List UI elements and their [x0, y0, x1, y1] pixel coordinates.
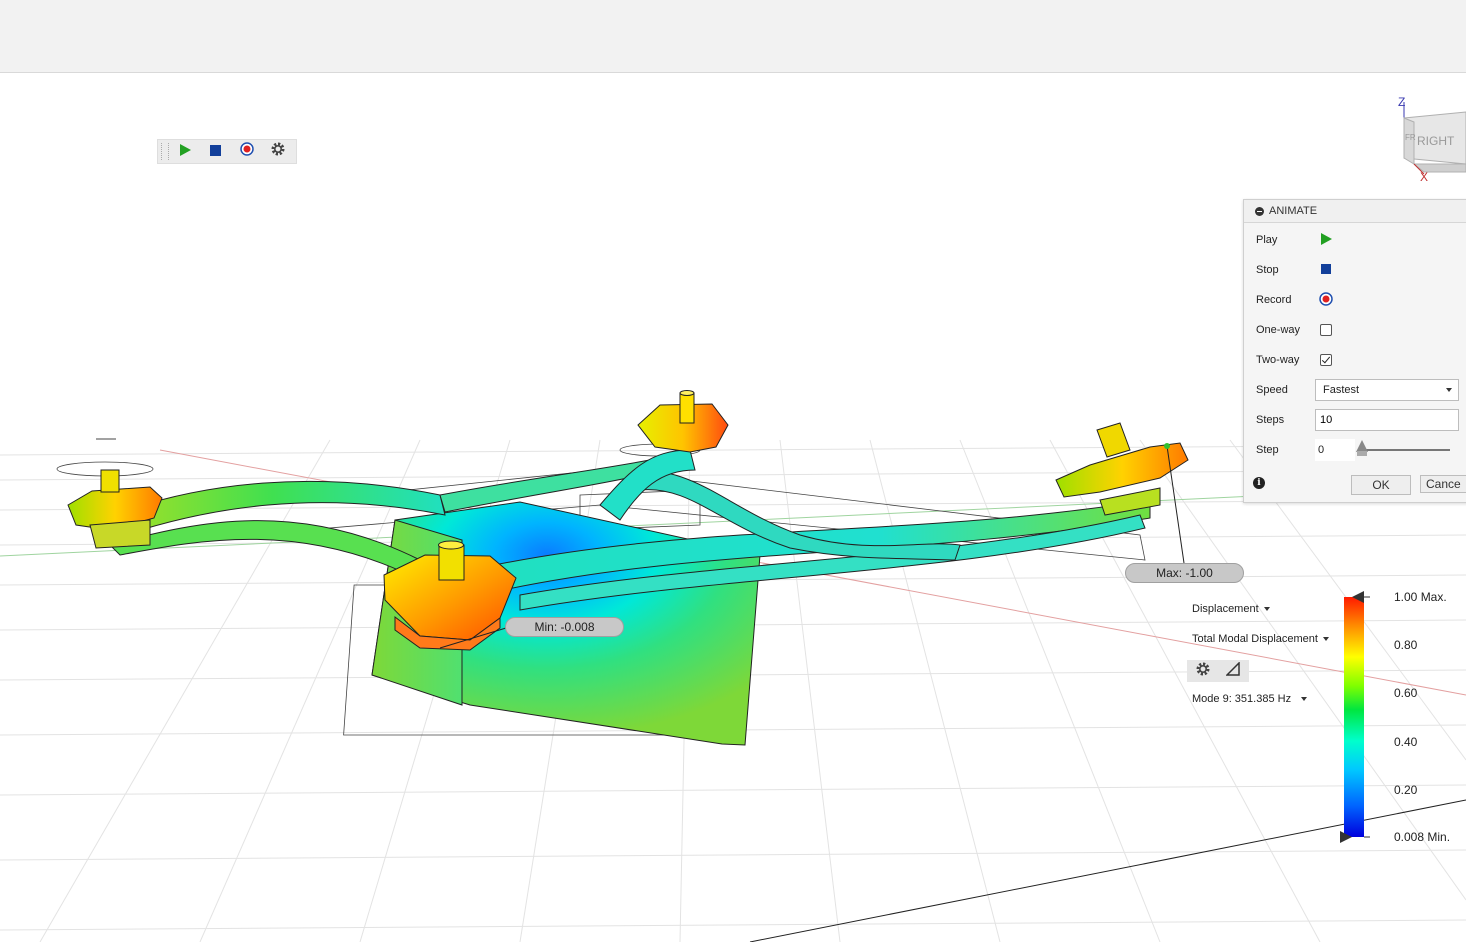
play-row: Play	[1256, 229, 1466, 251]
legend-label-min: 0.008 Min.	[1394, 830, 1451, 844]
max-probe[interactable]: Max: -1.00	[1125, 563, 1244, 583]
panel-stop-button[interactable]	[1321, 263, 1331, 277]
legend-label-040: 0.40	[1394, 735, 1418, 749]
animate-panel-title: ANIMATE	[1269, 205, 1318, 217]
stop-label: Stop	[1256, 264, 1279, 276]
axis-z-label: Z	[1398, 95, 1405, 109]
legend-label-080: 0.80	[1394, 638, 1418, 652]
chevron-down-icon	[1446, 388, 1452, 392]
ok-button[interactable]: OK	[1351, 475, 1411, 495]
play-icon	[179, 143, 191, 161]
stop-button[interactable]	[200, 140, 231, 163]
play-label: Play	[1256, 234, 1278, 246]
mode-dropdown[interactable]: Mode 9: 351.385 Hz	[1192, 693, 1308, 705]
panel-play-button[interactable]	[1320, 232, 1332, 248]
record-icon	[1319, 291, 1333, 309]
play-button[interactable]	[169, 140, 200, 163]
motor-right	[1055, 422, 1189, 516]
record-icon	[239, 142, 254, 161]
legend-sliders	[1340, 591, 1370, 843]
speed-label: Speed	[1256, 384, 1288, 396]
result-component-dropdown[interactable]: Total Modal Displacement	[1192, 633, 1329, 645]
animation-toolbar	[157, 139, 297, 164]
legend-label-max: 1.00 Max.	[1394, 590, 1447, 604]
play-icon	[1320, 232, 1332, 248]
info-icon[interactable]: i	[1253, 477, 1265, 489]
panel-record-button[interactable]	[1319, 291, 1333, 309]
result-type-dropdown[interactable]: Displacement	[1192, 603, 1270, 615]
speed-dropdown[interactable]: Fastest	[1315, 379, 1459, 401]
motor-left	[67, 469, 163, 549]
step-slider-track[interactable]	[1360, 449, 1450, 451]
mode-value: Mode 9: 351.385 Hz	[1192, 693, 1292, 705]
step-row: Step 0	[1256, 439, 1466, 461]
probe-icon	[1225, 660, 1240, 681]
stop-icon	[210, 143, 221, 161]
chevron-down-icon	[1322, 637, 1329, 641]
arm-left-2	[109, 520, 421, 581]
speed-row: Speed Fastest	[1256, 379, 1466, 401]
record-button[interactable]	[231, 140, 262, 163]
two-way-label: Two-way	[1256, 354, 1300, 366]
one-way-checkbox[interactable]	[1320, 324, 1332, 336]
result-component-value: Total Modal Displacement	[1192, 633, 1318, 645]
one-way-label: One-way	[1256, 324, 1301, 336]
cancel-button[interactable]: Cance	[1420, 475, 1466, 493]
chevron-down-icon	[1301, 697, 1308, 701]
result-type-value: Displacement	[1192, 603, 1259, 615]
steps-label: Steps	[1256, 414, 1285, 426]
top-toolbar	[0, 0, 1466, 73]
result-tools	[1187, 660, 1249, 682]
gear-icon	[1195, 661, 1211, 682]
stop-row: Stop	[1256, 259, 1466, 281]
axis-x-label: X	[1420, 170, 1428, 182]
two-way-row: Two-way	[1256, 349, 1466, 371]
animate-panel-header[interactable]: ANIMATE	[1244, 200, 1466, 223]
step-slider-handle[interactable]	[1356, 440, 1368, 456]
step-value-field[interactable]: 0	[1315, 439, 1355, 461]
legend-settings-button[interactable]	[1195, 661, 1211, 682]
probe-tool-button[interactable]	[1225, 660, 1240, 681]
legend-min-slider[interactable]	[1340, 831, 1352, 843]
view-cube[interactable]: Z RIGHT FR X	[1392, 92, 1466, 184]
one-way-row: One-way	[1256, 319, 1466, 341]
settings-button[interactable]	[262, 140, 293, 163]
min-probe[interactable]: Min: -0.008	[505, 617, 624, 637]
steps-row: Steps	[1256, 409, 1466, 431]
legend-label-060: 0.60	[1394, 686, 1418, 700]
record-row: Record	[1256, 289, 1466, 311]
legend-label-020: 0.20	[1394, 783, 1418, 797]
collapse-icon[interactable]	[1255, 206, 1264, 216]
stop-icon	[1321, 263, 1331, 277]
view-cube-front-face[interactable]: FR	[1405, 133, 1416, 142]
gear-icon	[270, 141, 286, 162]
speed-value: Fastest	[1323, 384, 1360, 396]
toolbar-grip[interactable]	[161, 143, 169, 160]
steps-input[interactable]	[1315, 409, 1459, 431]
chevron-down-icon	[1263, 607, 1270, 611]
view-cube-right-face[interactable]: RIGHT	[1417, 134, 1455, 148]
step-label: Step	[1256, 444, 1279, 456]
legend-max-slider[interactable]	[1352, 591, 1364, 603]
motor-back	[637, 390, 729, 453]
record-label: Record	[1256, 294, 1292, 306]
animate-panel: ANIMATE Play Stop Record One-way Two-way…	[1243, 199, 1466, 503]
two-way-checkbox[interactable]	[1320, 354, 1332, 366]
